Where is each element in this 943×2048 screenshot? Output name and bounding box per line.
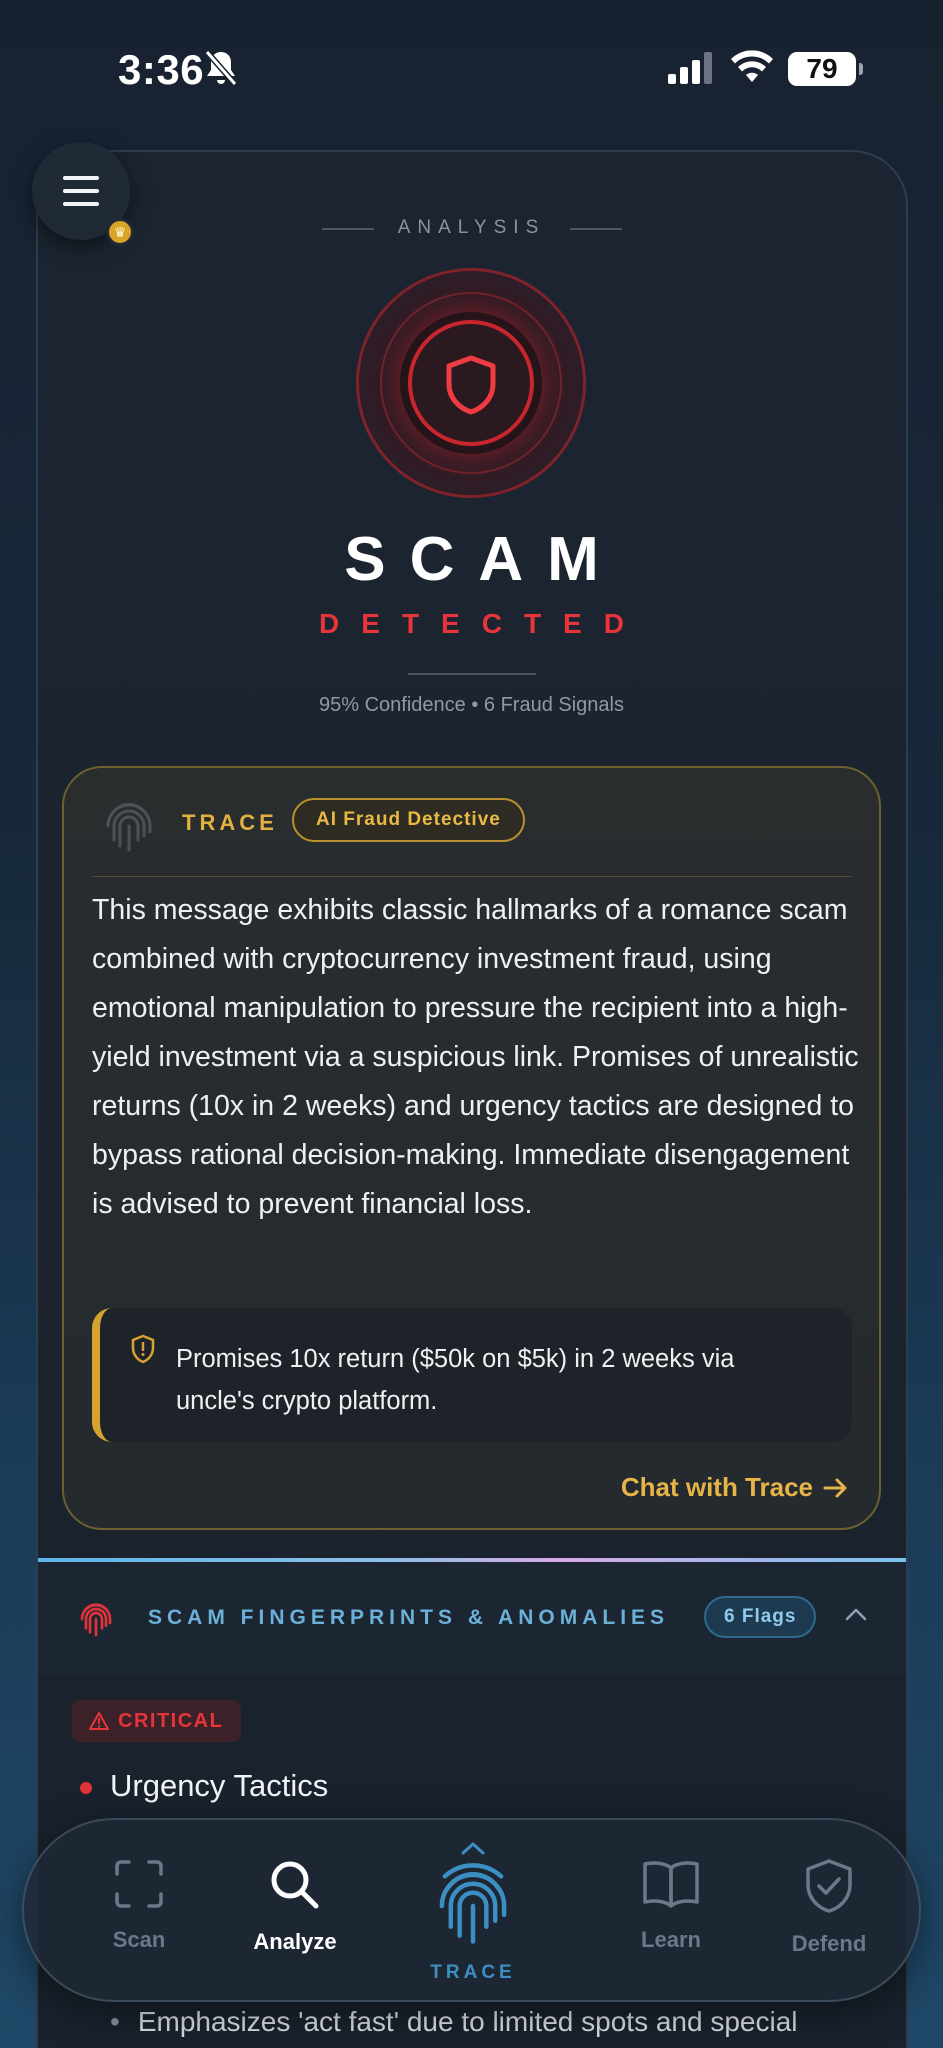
divider	[92, 876, 852, 877]
divider	[570, 228, 622, 230]
status-bar: 3:36 79	[0, 0, 943, 140]
section-label: ANALYSIS	[397, 217, 546, 238]
nav-learn[interactable]: Learn	[606, 1858, 736, 1953]
shield-alert-icon	[130, 1334, 156, 1369]
nav-trace[interactable]: TRACE	[408, 1840, 538, 1984]
bell-muted-icon	[204, 48, 238, 93]
flags-count-badge: 6 Flags	[704, 1596, 817, 1638]
severity-badge: CRITICAL	[72, 1700, 242, 1742]
bottom-navigation: Scan Analyze TRACE Learn Defend	[22, 1818, 921, 2002]
search-icon	[230, 1858, 360, 1917]
trace-summary: This message exhibits classic hallmarks …	[92, 894, 859, 1220]
confidence-summary: 95% Confidence • 6 Fraud Signals	[319, 694, 624, 716]
fingerprint-icon	[78, 1598, 114, 1645]
battery-indicator: 79	[788, 52, 863, 86]
fingerprint-icon	[408, 1861, 538, 1956]
fingerprints-title: SCAM FINGERPRINTS & ANOMALIES	[148, 1606, 670, 1629]
anomaly-bullet: • Emphasizes 'act fast' due to limited sp…	[110, 2006, 798, 2037]
anomaly-title: Urgency Tactics	[110, 1768, 329, 1803]
severity-dot	[80, 1782, 92, 1794]
key-evidence-text: Promises 10x return ($50k on $5k) in 2 w…	[176, 1345, 735, 1415]
status-time: 3:36	[118, 46, 205, 93]
trace-title: TRACE	[182, 810, 278, 835]
chevron-up-icon	[408, 1840, 538, 1861]
ai-detective-badge: AI Fraud Detective	[292, 798, 525, 842]
wifi-icon	[730, 48, 774, 89]
chat-with-trace-link[interactable]: Chat with Trace	[621, 1472, 849, 1503]
nav-defend[interactable]: Defend	[764, 1858, 894, 1957]
book-icon	[606, 1858, 736, 1915]
verdict-subtitle: DETECTED	[319, 608, 646, 639]
arrow-right-icon	[823, 1472, 849, 1503]
divider	[408, 673, 536, 675]
scan-frame-icon	[74, 1858, 204, 1915]
warning-icon	[89, 1712, 109, 1730]
trace-card: TRACE AI Fraud Detective This message ex…	[62, 766, 881, 1530]
chevron-up-icon[interactable]	[844, 1606, 868, 1627]
fingerprints-header[interactable]: SCAM FINGERPRINTS & ANOMALIES 6 Flags	[38, 1562, 906, 1676]
nav-analyze[interactable]: Analyze	[230, 1858, 360, 1955]
nav-scan[interactable]: Scan	[74, 1858, 204, 1953]
key-evidence-callout: Promises 10x return ($50k on $5k) in 2 w…	[92, 1308, 852, 1442]
shield-check-icon	[764, 1858, 894, 1919]
threat-indicator	[356, 268, 586, 498]
verdict-title: SCAM	[344, 525, 623, 594]
cell-signal-icon	[668, 52, 716, 89]
fingerprint-icon	[102, 796, 156, 861]
